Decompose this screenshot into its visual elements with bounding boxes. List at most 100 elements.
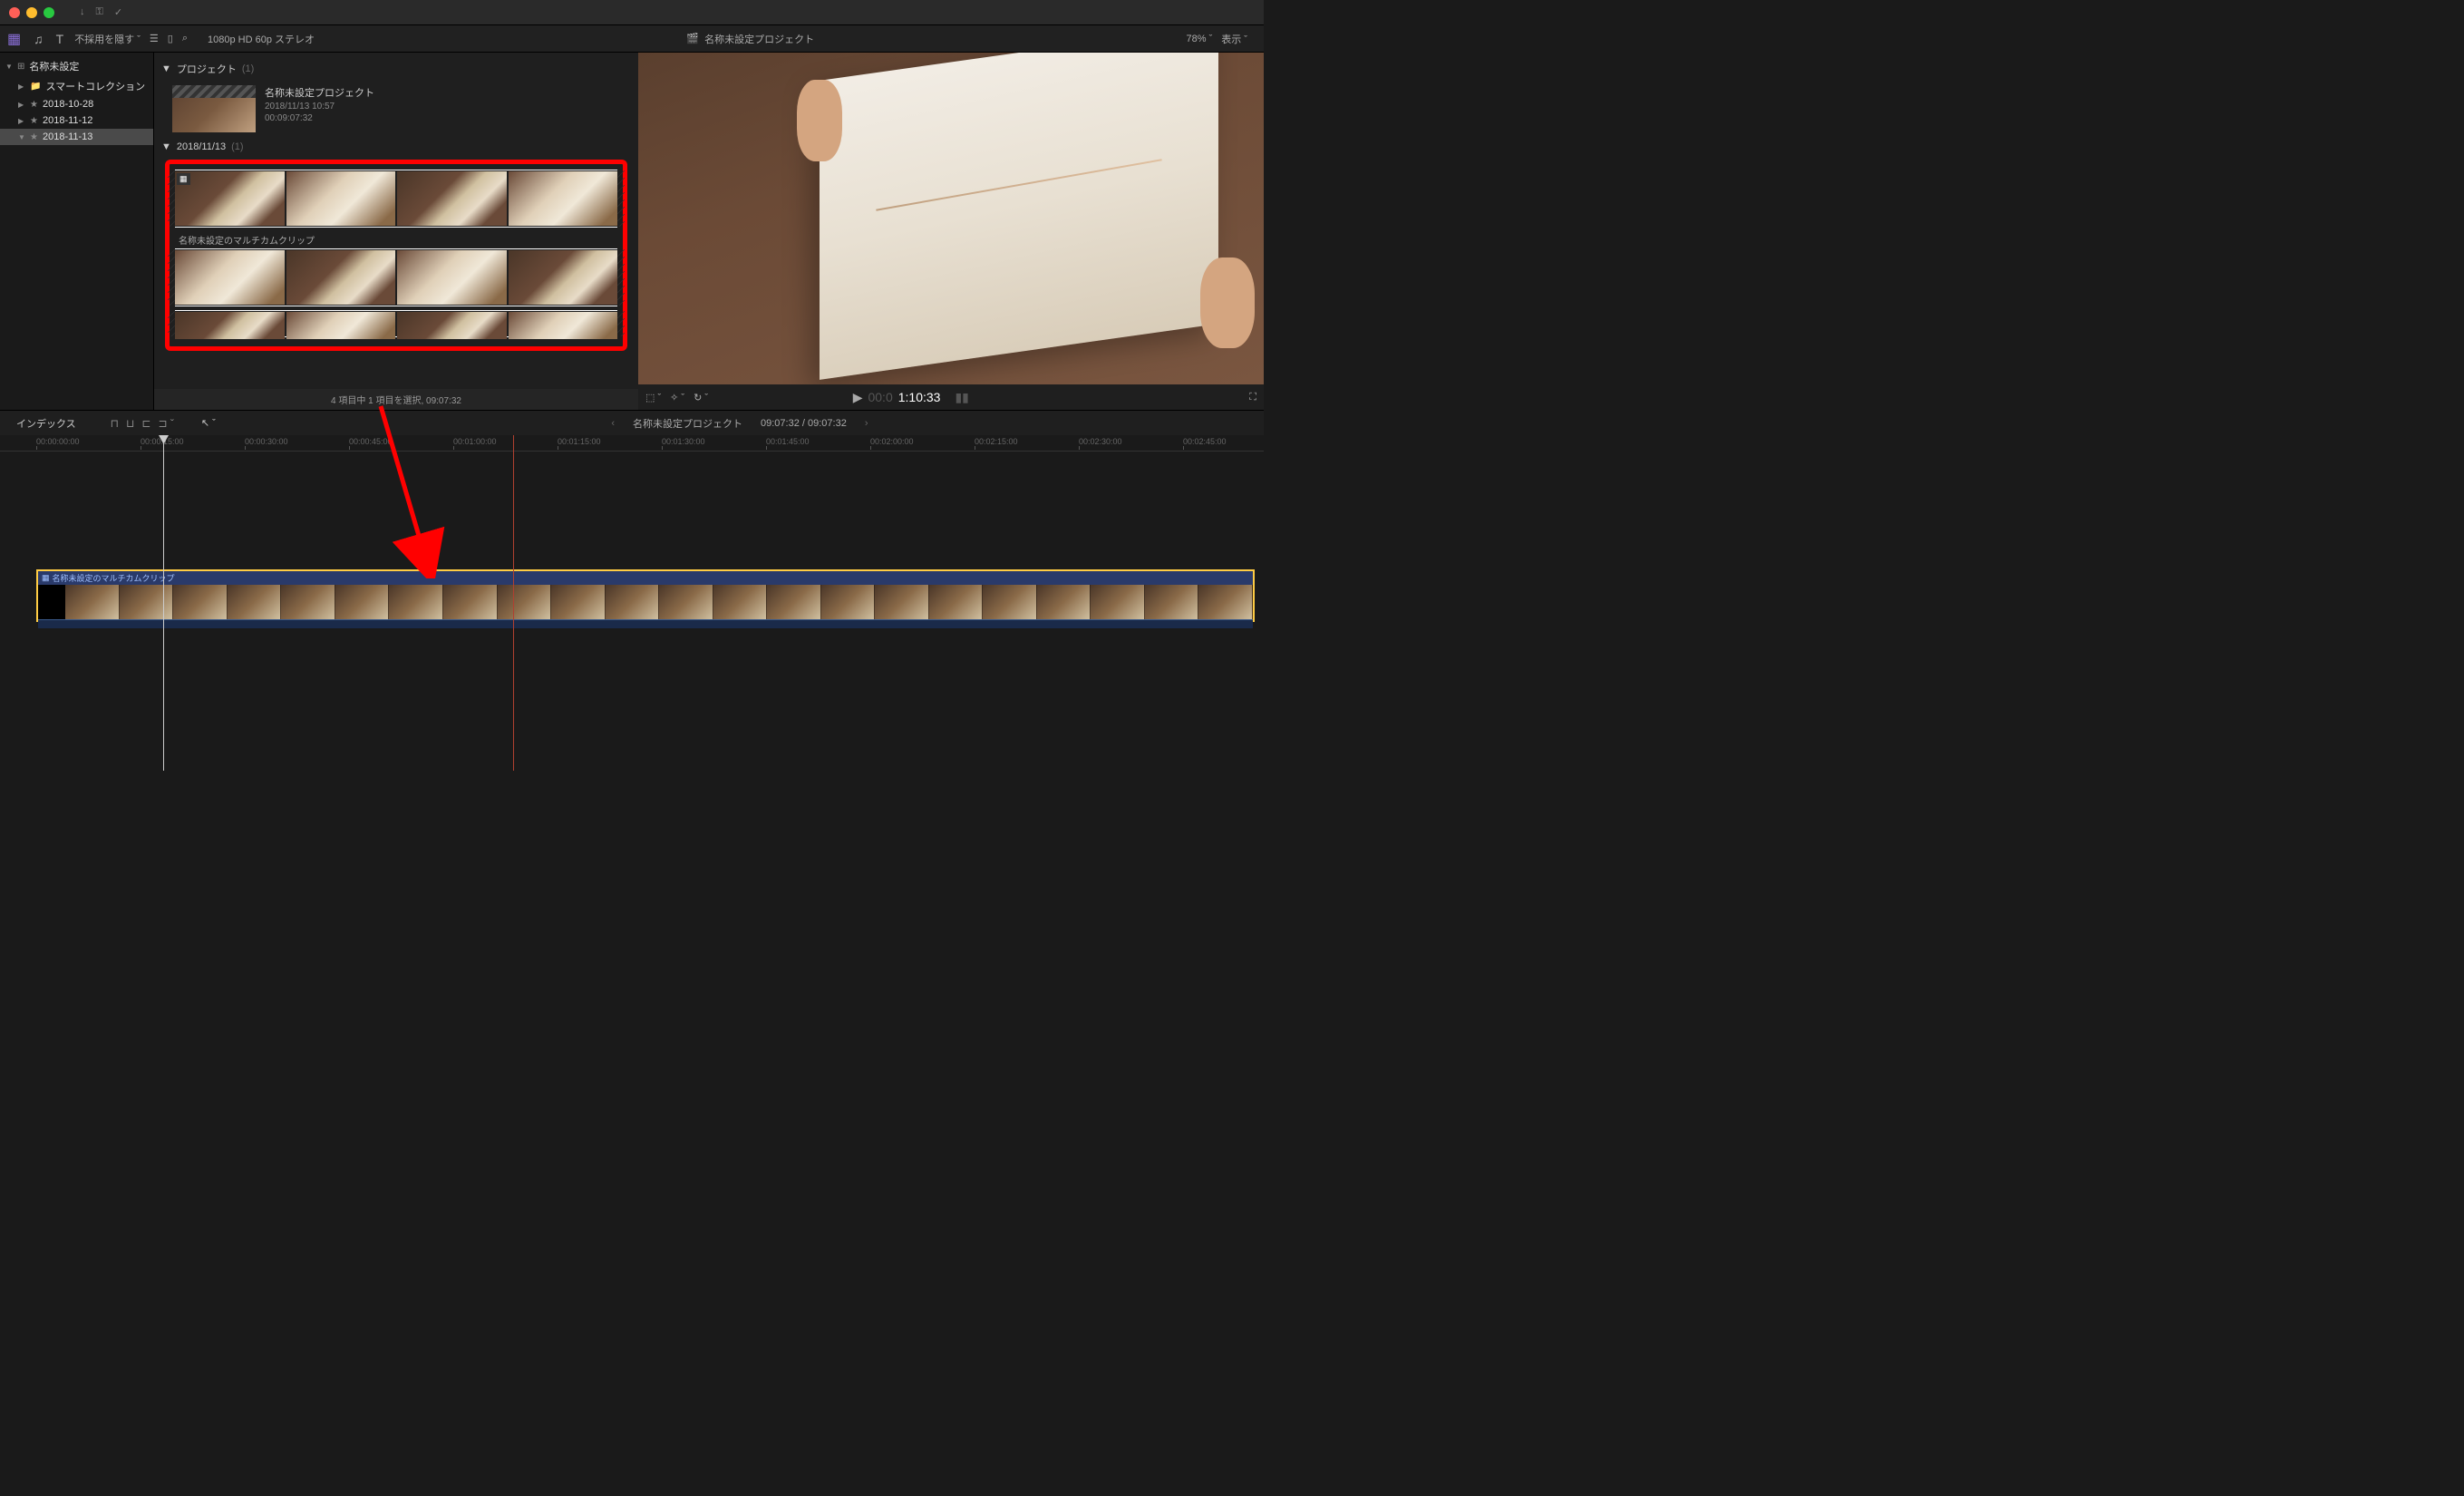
sidebar-item-smart-collection[interactable]: ▶ 📁 スマートコレクション [0, 76, 153, 96]
section-count: (1) [242, 63, 254, 74]
zoom-dropdown[interactable]: 78% ˇ [1186, 34, 1212, 44]
disclosure-triangle-icon[interactable]: ▶ [18, 117, 25, 125]
clip-thumb[interactable] [175, 250, 285, 305]
project-thumbnail[interactable] [172, 85, 256, 132]
clip-thumb[interactable] [175, 312, 285, 339]
event-icon: ★ [30, 132, 38, 142]
titlebar-icons: ↓ ⚿ ✓ [80, 6, 122, 18]
timeline-clip[interactable]: ▦ 名称未設定のマルチカムクリップ [36, 569, 1255, 622]
main-toolbar: ▦ ♫ T 不採用を隠す ˇ ☰ ▯ ⌕ 1080p HD 60p ステレオ 🎬… [0, 25, 1264, 53]
project-name: 名称未設定プロジェクト [265, 85, 374, 100]
sidebar-item-event[interactable]: ▶ ★ 2018-11-12 [0, 112, 153, 129]
key-icon[interactable]: ⚿ [96, 6, 103, 18]
window-titlebar: ↓ ⚿ ✓ [0, 0, 1264, 25]
timeline-thumb [228, 585, 282, 619]
timeline-thumb [173, 585, 228, 619]
sidebar-item-label: スマートコレクション [45, 79, 145, 93]
hide-rejected-dropdown[interactable]: 不採用を隠す ˇ [74, 32, 141, 46]
sidebar-item-event[interactable]: ▼ ★ 2018-11-13 [0, 129, 153, 145]
connect-clip-icon[interactable]: ⊓ [111, 417, 119, 430]
traffic-lights [9, 7, 54, 18]
browser-section-projects[interactable]: ▼ プロジェクト (1) [161, 58, 631, 80]
viewer-canvas[interactable] [638, 53, 1264, 384]
audio-meter-icon: ▮▮ [955, 390, 968, 405]
timecode-dim: 00:0 [868, 390, 892, 404]
clip-thumb[interactable] [509, 171, 618, 226]
timeline-ruler[interactable]: 00:00:00:0000:00:15:0000:00:30:0000:00:4… [0, 435, 1264, 452]
ruler-tick: 00:02:00:00 [870, 437, 914, 446]
playhead[interactable] [163, 435, 164, 771]
clip-thumb[interactable] [286, 250, 396, 305]
clip-thumb[interactable] [509, 250, 618, 305]
preview-content [820, 53, 1218, 380]
close-window-button[interactable] [9, 7, 20, 18]
clip-thumb[interactable] [397, 250, 507, 305]
timeline-thumb [875, 585, 929, 619]
audio-waveform[interactable] [38, 619, 1253, 628]
disclosure-triangle-icon[interactable]: ▶ [18, 83, 25, 91]
track-area[interactable]: ▦ 名称未設定のマルチカムクリップ [0, 452, 1264, 751]
index-button[interactable]: インデックス [9, 414, 83, 432]
select-tool-dropdown[interactable]: ↖ ˇ [201, 417, 216, 429]
viewer-format-label: 1080p HD 60p ステレオ [208, 32, 315, 46]
sidebar-item-label: 2018-11-13 [43, 131, 92, 142]
clip-thumb[interactable]: ▦ [175, 171, 285, 226]
sidebar-library-label: 名称未設定 [29, 59, 79, 73]
fullscreen-icon[interactable]: ⛶ [1249, 392, 1256, 403]
disclosure-triangle-icon[interactable]: ▼ [18, 133, 25, 141]
titles-icon[interactable]: T [56, 32, 64, 46]
clip-appearance-icon[interactable]: ☰ [150, 33, 159, 44]
clip-filmstrip[interactable] [175, 248, 617, 306]
sidebar-item-label: 2018-10-28 [43, 99, 93, 110]
clip-thumb[interactable] [397, 312, 507, 339]
timecode-display[interactable]: ▶ 00:01:10:33 ▮▮ [853, 390, 969, 405]
retime-dropdown[interactable]: ↻ ˇ [694, 392, 708, 403]
timeline-thumb [606, 585, 660, 619]
section-count: (1) [231, 141, 243, 152]
next-project-icon[interactable]: › [865, 418, 868, 429]
maximize-window-button[interactable] [44, 7, 54, 18]
checkmark-icon[interactable]: ✓ [114, 6, 122, 18]
library-icon[interactable]: ▦ [7, 30, 21, 48]
clip-thumb[interactable] [286, 312, 396, 339]
sidebar-item-label: 2018-11-12 [43, 115, 92, 126]
ruler-tick: 00:01:45:00 [766, 437, 810, 446]
browser-section-date[interactable]: ▼ 2018/11/13 (1) [161, 138, 631, 156]
overwrite-clip-icon[interactable]: ⊐ ˇ [158, 417, 173, 430]
search-icon[interactable]: ⌕ [182, 33, 188, 44]
prev-project-icon[interactable]: ‹ [611, 418, 615, 429]
list-view-icon[interactable]: ▯ [168, 33, 173, 44]
sidebar-library[interactable]: ▼ ⊞ 名称未設定 [0, 56, 153, 76]
ruler-tick: 00:01:00:00 [453, 437, 497, 446]
minimize-window-button[interactable] [26, 7, 37, 18]
timeline-thumb [1198, 585, 1253, 619]
disclosure-triangle-icon[interactable]: ▼ [5, 63, 13, 71]
timeline-thumb [1091, 585, 1145, 619]
project-item[interactable]: 名称未設定プロジェクト 2018/11/13 10:57 00:09:07:32 [161, 80, 631, 138]
arrow-down-icon[interactable]: ↓ [80, 6, 85, 18]
clip-thumb[interactable] [509, 312, 618, 339]
timeline-thumb [120, 585, 174, 619]
clip-thumb[interactable] [397, 171, 507, 226]
timeline-thumb [389, 585, 443, 619]
clip-filmstrip[interactable] [175, 310, 617, 337]
enhance-dropdown[interactable]: ✧ ˇ [670, 392, 684, 403]
sidebar-item-event[interactable]: ▶ ★ 2018-10-28 [0, 96, 153, 112]
clip-thumb[interactable] [286, 171, 396, 226]
photos-icon[interactable]: ♫ [34, 32, 44, 46]
ruler-tick: 00:00:00:00 [36, 437, 80, 446]
transform-tool-dropdown[interactable]: ⬚ ˇ [645, 392, 661, 403]
event-icon: ★ [30, 116, 38, 126]
project-date: 2018/11/13 10:57 [265, 102, 374, 112]
ruler-tick: 00:00:45:00 [349, 437, 393, 446]
timeline[interactable]: 00:00:00:0000:00:15:0000:00:30:0000:00:4… [0, 435, 1264, 771]
clip-filmstrip[interactable]: ▦ [175, 170, 617, 228]
disclosure-triangle-icon[interactable]: ▶ [18, 101, 25, 109]
disclosure-triangle-icon[interactable]: ▼ [161, 141, 171, 152]
view-dropdown[interactable]: 表示 ˇ [1221, 32, 1247, 46]
insert-clip-icon[interactable]: ⊔ [126, 417, 134, 430]
append-clip-icon[interactable]: ⊏ [141, 417, 150, 430]
timeline-time-status: 09:07:32 / 09:07:32 [761, 418, 847, 429]
disclosure-triangle-icon[interactable]: ▼ [161, 63, 171, 74]
clapperboard-icon: 🎬 [686, 33, 699, 44]
